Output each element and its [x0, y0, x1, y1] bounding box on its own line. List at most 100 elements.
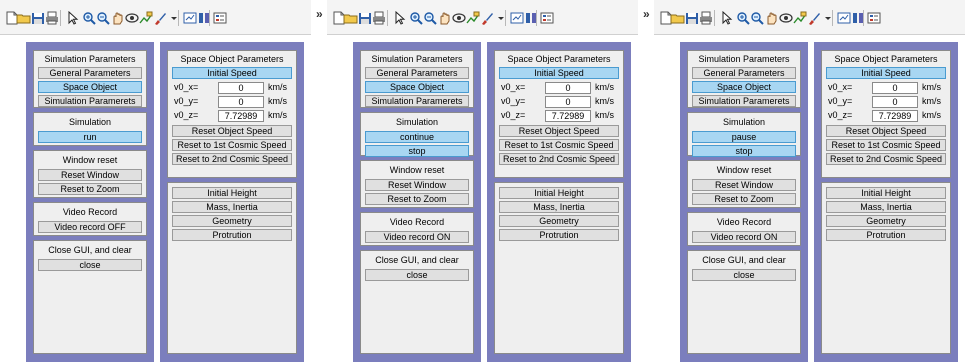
space-object-button[interactable]: Space Object	[38, 81, 142, 93]
dropdown-arrow-icon[interactable]	[820, 11, 836, 25]
initial-height-button[interactable]: Initial Height	[499, 187, 619, 199]
toolbar-overflow-chevron[interactable]: »	[316, 7, 323, 21]
v0-x-input[interactable]: 0	[872, 82, 918, 94]
close-button[interactable]: close	[365, 269, 469, 281]
print-icon[interactable]	[44, 11, 60, 25]
gui-frame-1: » Simulation Parameters General Parameters…	[0, 0, 323, 362]
toolbar-separator	[863, 10, 864, 26]
mass-inertia-button[interactable]: Mass, Inertia	[499, 201, 619, 213]
close-gui-title: Close GUI, and clear	[702, 255, 786, 265]
v0-z-input[interactable]: 7.72989	[218, 110, 264, 122]
video-record-box: Video Record Video record ON	[360, 212, 474, 246]
v0-z-input[interactable]: 7.72989	[872, 110, 918, 122]
reset-zoom-button[interactable]: Reset to Zoom	[38, 183, 142, 195]
reset-2nd-cosmic-speed-button[interactable]: Reset to 2nd Cosmic Speed	[172, 153, 292, 165]
print-icon[interactable]	[371, 11, 387, 25]
protrution-button[interactable]: Protrution	[826, 229, 946, 241]
figure-toolbar	[654, 0, 965, 35]
space-object-parameters-box: Space Object Parameters Initial Speed v0_x…	[821, 50, 951, 178]
video-record-title: Video Record	[389, 217, 445, 227]
general-parameters-button[interactable]: General Parameters	[365, 67, 469, 79]
reset-object-speed-button[interactable]: Reset Object Speed	[826, 125, 946, 137]
geometry-button[interactable]: Geometry	[499, 215, 619, 227]
initial-speed-button[interactable]: Initial Speed	[172, 67, 292, 79]
toolbar-separator	[505, 10, 506, 26]
v0-x-unit: km/s	[268, 82, 287, 92]
simulation-params-button[interactable]: Simulation Paramerets	[38, 95, 142, 107]
pointer-icon[interactable]	[391, 11, 407, 25]
protrution-button[interactable]: Protrution	[499, 229, 619, 241]
reset-window-button[interactable]: Reset Window	[38, 169, 142, 181]
pointer-icon[interactable]	[64, 11, 80, 25]
pointer-icon[interactable]	[718, 11, 734, 25]
right-object-panel: Space Object Parameters Initial Speed v0_x…	[487, 42, 631, 362]
general-parameters-button[interactable]: General Parameters	[38, 67, 142, 79]
v0-z-input[interactable]: 7.72989	[545, 110, 591, 122]
v0-x-input[interactable]: 0	[545, 82, 591, 94]
stop-button[interactable]: stop	[692, 145, 796, 157]
print-icon[interactable]	[698, 11, 714, 25]
video-record-box: Video Record Video record ON	[687, 212, 801, 246]
object-properties-box: Initial Height Mass, Inertia Geometry Protr…	[821, 182, 951, 354]
protrution-button[interactable]: Protrution	[172, 229, 292, 241]
legend-icon[interactable]	[539, 11, 555, 25]
window-reset-title: Window reset	[716, 165, 772, 175]
reset-window-button[interactable]: Reset Window	[365, 179, 469, 191]
close-button[interactable]: close	[692, 269, 796, 281]
v0-y-input[interactable]: 0	[872, 96, 918, 108]
v0-y-input[interactable]: 0	[545, 96, 591, 108]
v0-y-unit: km/s	[922, 96, 941, 106]
video-record-toggle[interactable]: Video record ON	[365, 231, 469, 243]
stop-button[interactable]: stop	[365, 145, 469, 157]
v0-y-label: v0_y=	[828, 96, 853, 106]
v0-z-label: v0_z=	[174, 110, 199, 120]
window-reset-box: Window reset Reset Window Reset to Zoom	[687, 160, 801, 208]
v0-z-unit: km/s	[922, 110, 941, 120]
continue-button[interactable]: continue	[365, 131, 469, 143]
simulation-parameters-box: Simulation Parameters General Parameters S…	[33, 50, 147, 108]
pause-button[interactable]: pause	[692, 131, 796, 143]
initial-speed-button[interactable]: Initial Speed	[826, 67, 946, 79]
v0-z-unit: km/s	[268, 110, 287, 120]
general-parameters-button[interactable]: General Parameters	[692, 67, 796, 79]
dropdown-arrow-icon[interactable]	[166, 11, 182, 25]
toolbar-separator	[714, 10, 715, 26]
reset-zoom-button[interactable]: Reset to Zoom	[692, 193, 796, 205]
reset-window-button[interactable]: Reset Window	[692, 179, 796, 191]
space-object-button[interactable]: Space Object	[692, 81, 796, 93]
reset-2nd-cosmic-speed-button[interactable]: Reset to 2nd Cosmic Speed	[499, 153, 619, 165]
legend-icon[interactable]	[866, 11, 882, 25]
v0-x-unit: km/s	[922, 82, 941, 92]
initial-speed-button[interactable]: Initial Speed	[499, 67, 619, 79]
geometry-button[interactable]: Geometry	[172, 215, 292, 227]
reset-1st-cosmic-speed-button[interactable]: Reset to 1st Cosmic Speed	[826, 139, 946, 151]
reset-object-speed-button[interactable]: Reset Object Speed	[499, 125, 619, 137]
simulation-box: Simulation run	[33, 112, 147, 146]
space-object-button[interactable]: Space Object	[365, 81, 469, 93]
mass-inertia-button[interactable]: Mass, Inertia	[826, 201, 946, 213]
simulation-params-button[interactable]: Simulation Paramerets	[365, 95, 469, 107]
close-button[interactable]: close	[38, 259, 142, 271]
run-button[interactable]: run	[38, 131, 142, 143]
simulation-title: Simulation	[68, 117, 112, 127]
reset-zoom-button[interactable]: Reset to Zoom	[365, 193, 469, 205]
v0-x-input[interactable]: 0	[218, 82, 264, 94]
reset-1st-cosmic-speed-button[interactable]: Reset to 1st Cosmic Speed	[172, 139, 292, 151]
legend-icon[interactable]	[212, 11, 228, 25]
initial-height-button[interactable]: Initial Height	[826, 187, 946, 199]
geometry-button[interactable]: Geometry	[826, 215, 946, 227]
v0-y-input[interactable]: 0	[218, 96, 264, 108]
toolbar-overflow-chevron[interactable]: »	[643, 7, 650, 21]
simulation-params-button[interactable]: Simulation Paramerets	[692, 95, 796, 107]
mass-inertia-button[interactable]: Mass, Inertia	[172, 201, 292, 213]
left-panel-inner: Simulation Parameters General Parameters S…	[687, 50, 801, 354]
video-record-toggle[interactable]: Video record ON	[692, 231, 796, 243]
right-panel-inner: Space Object Parameters Initial Speed v0_x…	[821, 50, 951, 354]
reset-object-speed-button[interactable]: Reset Object Speed	[172, 125, 292, 137]
reset-2nd-cosmic-speed-button[interactable]: Reset to 2nd Cosmic Speed	[826, 153, 946, 165]
initial-height-button[interactable]: Initial Height	[172, 187, 292, 199]
reset-1st-cosmic-speed-button[interactable]: Reset to 1st Cosmic Speed	[499, 139, 619, 151]
dropdown-arrow-icon[interactable]	[493, 11, 509, 25]
video-record-toggle[interactable]: Video record OFF	[38, 221, 142, 233]
toolbar-separator	[209, 10, 210, 26]
